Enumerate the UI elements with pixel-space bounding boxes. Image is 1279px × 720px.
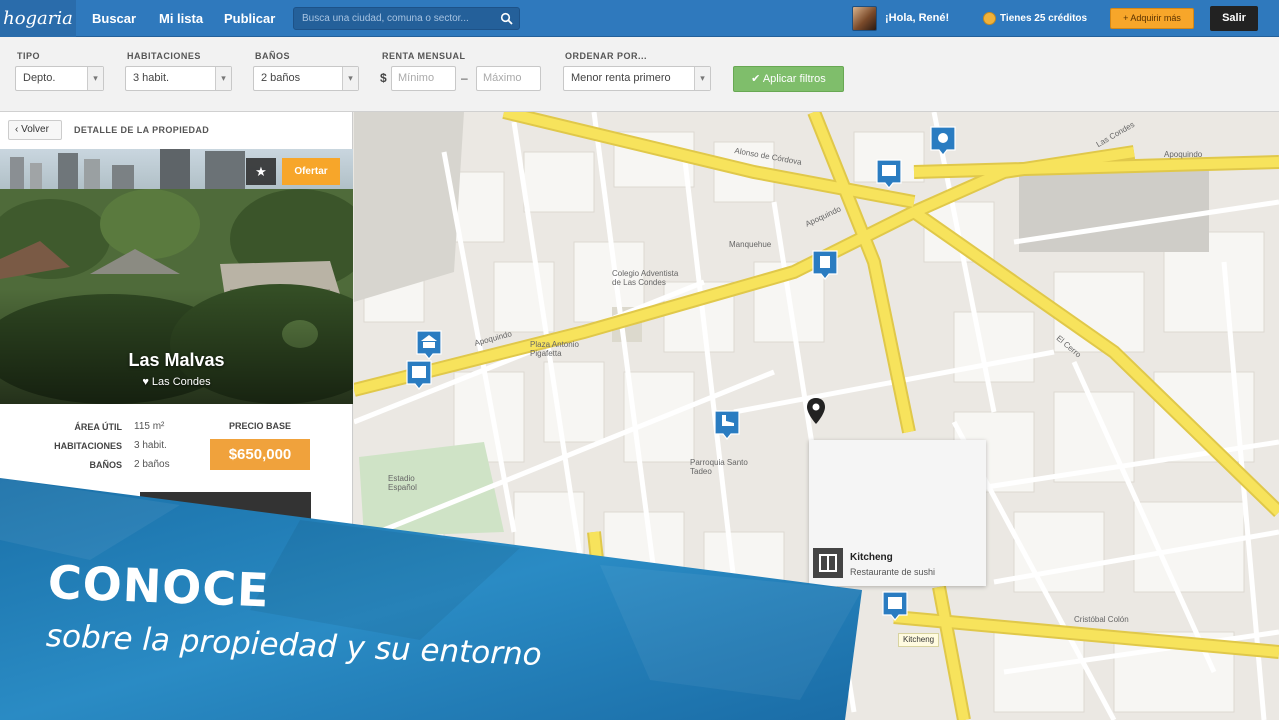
- range-dash: –: [461, 71, 468, 85]
- credits-text: Tienes 25 créditos: [1000, 13, 1088, 24]
- map-info-window[interactable]: Kitcheng Restaurante de sushi: [809, 440, 986, 586]
- spec-value: 3 habit.: [134, 440, 167, 451]
- spec-label: BAÑOS: [89, 460, 122, 470]
- spec-label: ÁREA ÚTIL: [74, 422, 122, 432]
- map-place-tag[interactable]: Kitcheng: [898, 633, 940, 647]
- search-icon[interactable]: [500, 12, 513, 25]
- avatar[interactable]: [852, 6, 877, 31]
- property-name: Las Malvas: [128, 350, 225, 370]
- info-place-type: Restaurante de sushi: [850, 567, 936, 577]
- info-place-name: Kitcheng: [850, 552, 893, 563]
- map-pin-daycare-icon[interactable]: [930, 126, 956, 156]
- nav-mi-lista[interactable]: Mi lista: [159, 0, 203, 37]
- habitaciones-label: HABITACIONES: [127, 51, 201, 61]
- tipo-select[interactable]: Depto. ▾: [15, 66, 104, 91]
- chevron-down-icon: ▾: [694, 67, 710, 90]
- map-pin-restaurant-icon[interactable]: [406, 360, 432, 390]
- search-placeholder: Busca una ciudad, comuna o sector...: [302, 13, 469, 24]
- price-badge: $650,000: [210, 439, 310, 470]
- back-button[interactable]: ‹ Volver: [8, 120, 62, 140]
- ordenar-value: Menor renta primero: [571, 72, 671, 84]
- top-navbar: hogaria Buscar Mi lista Publicar Busca u…: [0, 0, 1279, 37]
- map-pin-office-icon[interactable]: [812, 250, 838, 280]
- contact-button[interactable]: [140, 492, 311, 522]
- spec-value: 2 baños: [134, 459, 170, 470]
- apply-filters-button[interactable]: ✔ Aplicar filtros: [733, 66, 844, 92]
- spec-value: 115 m²: [134, 421, 165, 432]
- filter-bar: TIPO Depto. ▾ HABITACIONES 3 habit. ▾ BA…: [0, 37, 1279, 112]
- tipo-label: TIPO: [17, 51, 41, 61]
- map-view[interactable]: Apoquindo Apoquindo Apoquindo Las Condes…: [354, 112, 1279, 720]
- place-label-parroquia: Parroquia Santo Tadeo: [690, 458, 748, 476]
- street-label-colon: Cristóbal Colón: [1074, 615, 1129, 624]
- tipo-value: Depto.: [23, 72, 56, 84]
- renta-max-input[interactable]: Máximo: [476, 66, 541, 91]
- place-label-manquehue: Manquehue: [729, 240, 772, 249]
- place-label-colegio: Colegio Adventista de Las Condes: [612, 269, 679, 287]
- renta-label: RENTA MENSUAL: [382, 51, 466, 61]
- habitaciones-value: 3 habit.: [133, 72, 170, 84]
- search-input[interactable]: Busca una ciudad, comuna o sector...: [293, 7, 520, 30]
- banner-title: CONOCE: [46, 555, 271, 618]
- banos-value: 2 baños: [261, 72, 301, 84]
- app-root: hogaria Buscar Mi lista Publicar Busca u…: [0, 0, 1279, 720]
- greeting[interactable]: ¡Hola, René!: [885, 0, 949, 37]
- map-pin-bank-icon[interactable]: [416, 330, 442, 360]
- map-pin-shoe-store-icon[interactable]: [714, 410, 740, 440]
- map-pin-restaurant-icon[interactable]: [882, 591, 908, 621]
- restaurant-icon: [813, 548, 843, 578]
- chevron-down-icon: ▾: [342, 67, 358, 90]
- banos-label: BAÑOS: [255, 51, 291, 61]
- nav-buscar[interactable]: Buscar: [92, 0, 136, 37]
- nav-publicar[interactable]: Publicar: [224, 0, 275, 37]
- buy-credits-button[interactable]: + Adquirir más: [1110, 8, 1194, 29]
- section-title: DETALLE DE LA PROPIEDAD: [74, 125, 210, 135]
- ordenar-label: ORDENAR POR...: [565, 51, 648, 61]
- currency-symbol: $: [380, 71, 387, 85]
- property-location-marker-icon[interactable]: [805, 397, 827, 425]
- map-pin-bus-icon[interactable]: [876, 159, 902, 189]
- street-label-apoquindo: Apoquindo: [1164, 150, 1203, 159]
- chevron-down-icon: ▾: [87, 67, 103, 90]
- habitaciones-select[interactable]: 3 habit. ▾: [125, 66, 232, 91]
- logout-button[interactable]: Salir: [1210, 6, 1258, 31]
- favorite-star-button[interactable]: ★: [246, 158, 276, 185]
- chevron-down-icon: ▾: [215, 67, 231, 90]
- price-label: PRECIO BASE: [228, 421, 291, 431]
- logo[interactable]: hogaria: [0, 0, 76, 37]
- place-label-plaza: Plaza Antonio Pigafetta: [530, 340, 579, 358]
- coin-icon: [983, 12, 996, 25]
- banos-select[interactable]: 2 baños ▾: [253, 66, 359, 91]
- offer-button[interactable]: Ofertar: [282, 158, 340, 185]
- renta-min-input[interactable]: Mínimo: [391, 66, 456, 91]
- property-location: ♥ Las Condes: [142, 376, 211, 388]
- place-label-estadio: Estadio Español: [388, 474, 417, 492]
- spec-label: HABITACIONES: [54, 441, 122, 451]
- ordenar-select[interactable]: Menor renta primero ▾: [563, 66, 711, 91]
